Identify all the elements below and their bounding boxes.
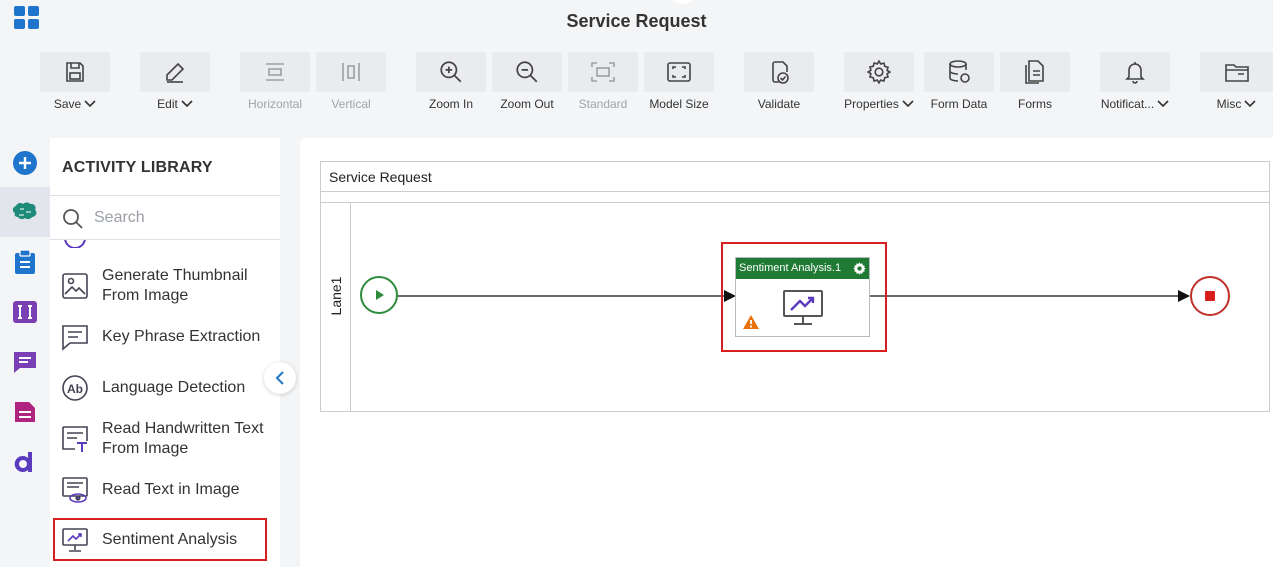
language-detection-icon: Ab xyxy=(62,375,88,401)
misc-button[interactable]: Misc xyxy=(1200,52,1273,118)
form-fields-icon xyxy=(13,301,37,323)
title-bar: Service Request xyxy=(0,0,1273,42)
zoom-out-icon xyxy=(516,61,538,83)
clipboard-icon xyxy=(15,249,35,274)
brain-icon xyxy=(12,202,37,220)
vertical-button[interactable]: Vertical xyxy=(316,52,386,118)
rail-apps-button[interactable] xyxy=(0,437,50,487)
rail-ai-button[interactable] xyxy=(0,187,50,237)
title-notch xyxy=(672,0,694,4)
warning-icon xyxy=(743,315,759,329)
library-item[interactable]: Key Phrase Extraction xyxy=(50,312,280,362)
key-phrase-icon xyxy=(62,325,88,351)
vertical-align-icon xyxy=(342,63,360,81)
zoom-in-button[interactable]: Zoom In xyxy=(416,52,486,118)
standard-button[interactable]: Standard xyxy=(568,52,638,118)
left-rail xyxy=(0,138,50,567)
library-item[interactable]: Read Text in Image xyxy=(50,465,280,515)
activity-library-panel: ACTIVITY LIBRARY Generate Thumbnail From… xyxy=(50,138,280,567)
document-icon xyxy=(15,402,35,422)
activity-header: Sentiment Analysis.1 xyxy=(736,258,869,279)
lane-header: Lane1 xyxy=(321,203,351,412)
activity-title: Sentiment Analysis.1 xyxy=(739,262,842,274)
search-bar xyxy=(50,196,280,240)
process-canvas[interactable]: Service Request Lane1 xyxy=(300,138,1273,567)
image-thumbnail-icon xyxy=(62,273,88,299)
toolbar: Save Edit Horizontal Vertical Zoom In Zo… xyxy=(0,42,1273,118)
rail-documents-button[interactable] xyxy=(0,387,50,437)
save-icon xyxy=(66,62,84,82)
sentiment-analysis-activity[interactable]: Sentiment Analysis.1 xyxy=(735,257,870,337)
library-item-sentiment-analysis[interactable]: Sentiment Analysis xyxy=(53,518,267,561)
rail-tasks-button[interactable] xyxy=(0,237,50,287)
chevron-down-icon xyxy=(1157,100,1169,108)
handwritten-text-icon xyxy=(62,426,88,452)
validate-button[interactable]: Validate xyxy=(744,52,814,118)
chevron-down-icon xyxy=(84,100,96,108)
collapse-panel-button[interactable] xyxy=(264,362,296,394)
chevron-left-icon xyxy=(275,371,284,385)
forms-button[interactable]: Forms xyxy=(1000,52,1070,118)
rail-messages-button[interactable] xyxy=(0,337,50,387)
gear-icon xyxy=(866,59,892,85)
horizontal-align-icon xyxy=(266,63,284,81)
database-icon xyxy=(949,60,970,83)
library-item[interactable]: Read Handwritten Text From Image xyxy=(50,414,280,464)
folder-icon xyxy=(1224,64,1249,82)
gear-icon[interactable] xyxy=(852,261,867,276)
pool-header: Service Request xyxy=(321,162,1269,192)
sentiment-analysis-icon xyxy=(783,290,823,325)
library-item[interactable]: Ab Language Detection xyxy=(50,363,280,413)
bell-icon xyxy=(1125,62,1145,84)
library-item[interactable]: Generate Thumbnail From Image xyxy=(50,261,280,311)
horizontal-button[interactable]: Horizontal xyxy=(240,52,310,118)
play-icon xyxy=(376,290,384,300)
save-button[interactable]: Save xyxy=(40,52,110,118)
chevron-down-icon xyxy=(902,100,914,108)
pencil-icon xyxy=(166,62,185,83)
read-text-image-icon xyxy=(62,477,88,503)
form-data-button[interactable]: Form Data xyxy=(924,52,994,118)
zoom-in-icon xyxy=(440,61,462,83)
app-logo-icon xyxy=(14,452,32,472)
chevron-down-icon xyxy=(181,100,193,108)
stop-icon xyxy=(1205,291,1215,301)
edit-button[interactable]: Edit xyxy=(140,52,210,118)
search-input[interactable] xyxy=(94,206,264,230)
page-title: Service Request xyxy=(566,11,707,31)
notifications-button[interactable]: Notificat... xyxy=(1100,52,1170,118)
start-event[interactable] xyxy=(360,276,398,314)
svg-text:Ab: Ab xyxy=(67,382,83,396)
pool-name: Service Request xyxy=(329,169,432,185)
chat-icon xyxy=(14,352,36,373)
lane-name: Lane1 xyxy=(328,276,344,316)
fit-screen-icon xyxy=(667,62,691,82)
forms-icon xyxy=(1025,60,1044,84)
plus-circle-icon xyxy=(13,151,37,175)
rail-add-button[interactable] xyxy=(0,138,50,188)
library-title: ACTIVITY LIBRARY xyxy=(62,159,213,176)
partial-item-icon xyxy=(60,240,90,248)
end-event[interactable] xyxy=(1190,276,1230,316)
activity-body xyxy=(736,279,869,337)
validate-icon xyxy=(772,61,789,84)
model-size-button[interactable]: Model Size xyxy=(644,52,714,118)
sentiment-analysis-icon xyxy=(62,527,88,552)
properties-button[interactable]: Properties xyxy=(844,52,914,118)
chevron-down-icon xyxy=(1244,100,1256,108)
search-icon xyxy=(63,209,83,229)
standard-size-icon xyxy=(591,62,615,82)
zoom-out-button[interactable]: Zoom Out xyxy=(492,52,562,118)
rail-forms-button[interactable] xyxy=(0,287,50,337)
